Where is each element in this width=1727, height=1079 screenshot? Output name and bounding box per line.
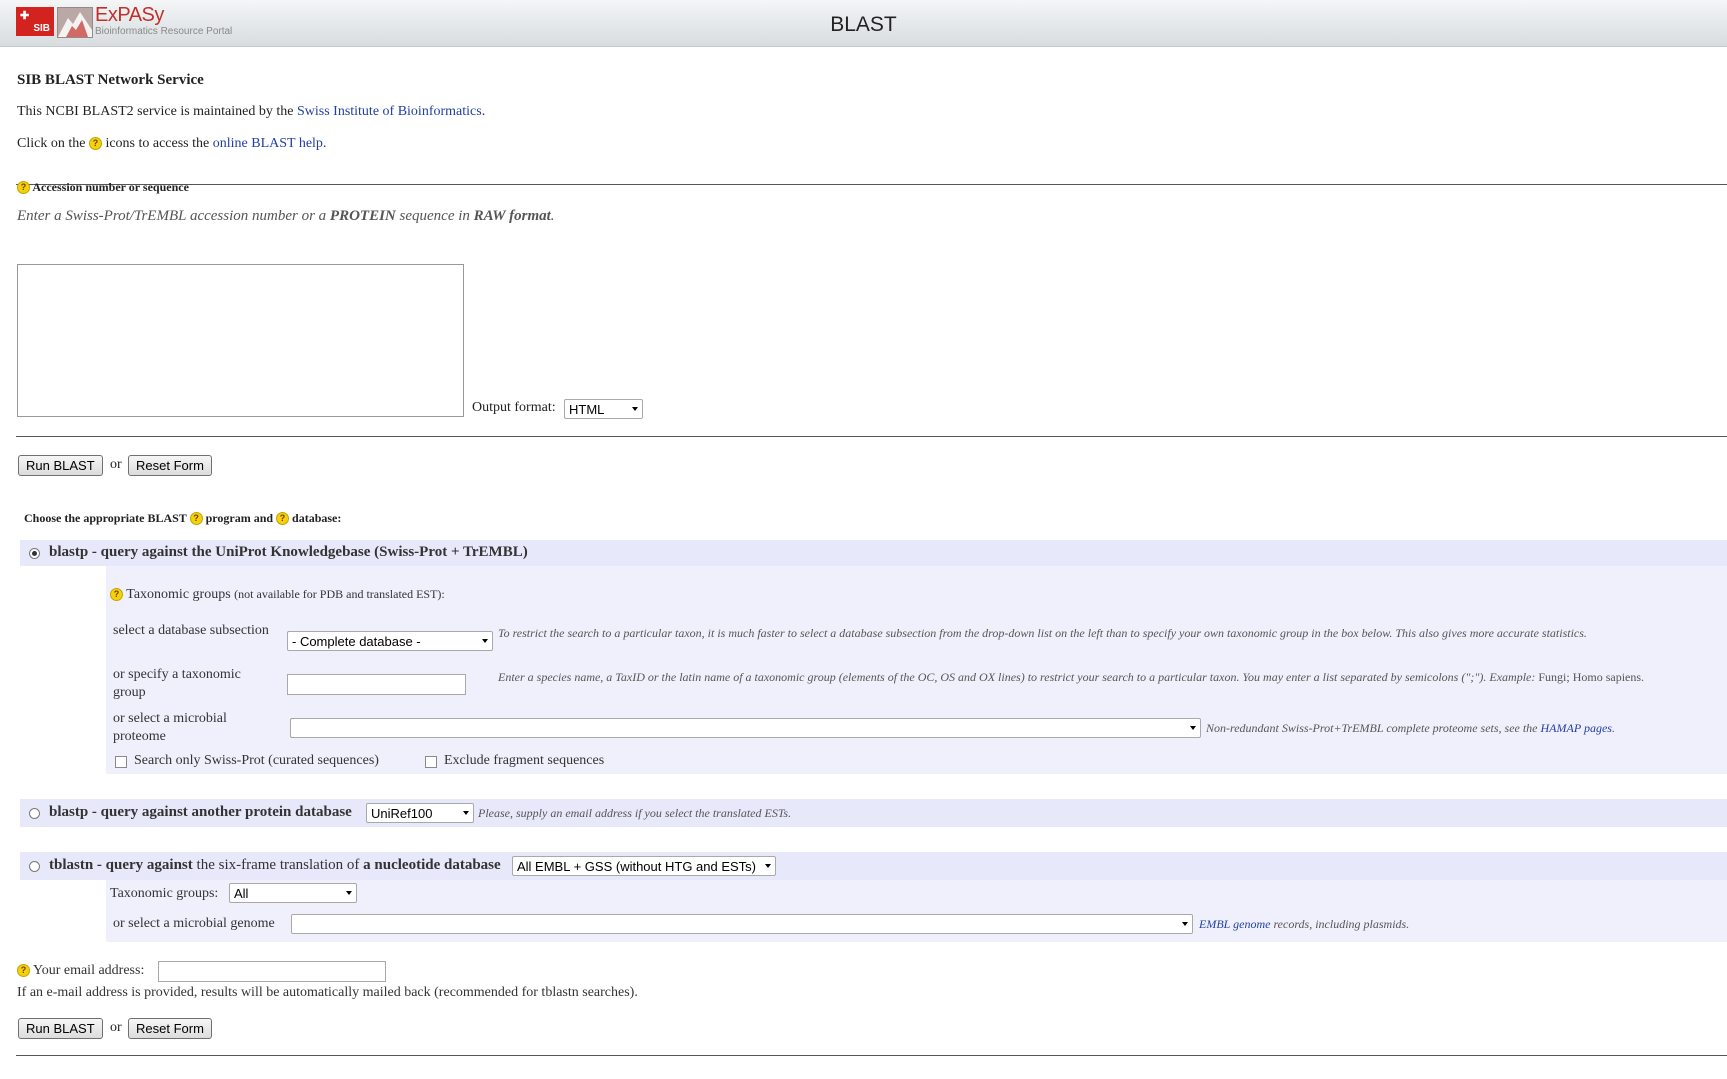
taxonomic-groups-label: ? Taxonomic groups (not available for PD…	[110, 585, 445, 604]
divider	[16, 1055, 1727, 1056]
divider	[16, 184, 1727, 185]
help-icon[interactable]: ?	[17, 181, 30, 194]
subsection-value: - Complete database -	[292, 634, 421, 649]
help-icon: ?	[88, 137, 102, 150]
taxo-label-text: Taxonomic groups	[126, 587, 231, 602]
choose-middle: program and	[202, 511, 277, 525]
page-title: BLAST	[830, 13, 897, 36]
genome-help: EMBL genome records, including plasmids.	[1199, 917, 1409, 932]
accession-hint: Enter a Swiss-Prot/TrEMBL accession numb…	[17, 208, 555, 225]
header-bar: ✚ SIB ExPASy Bioinformatics Resource Por…	[0, 0, 1727, 47]
chevron-down-icon	[1182, 922, 1188, 926]
chevron-down-icon	[346, 891, 352, 895]
tblastn-taxo-label: Taxonomic groups:	[110, 886, 219, 901]
genome-help-text: records, including plasmids.	[1270, 917, 1410, 931]
microbial-proteome-select[interactable]	[290, 718, 1201, 738]
hint-part: Enter a Swiss-Prot/TrEMBL accession numb…	[17, 208, 330, 224]
blastp-other-title: blastp - query against another protein d…	[49, 804, 352, 820]
help-icon[interactable]: ?	[276, 512, 290, 525]
tblastn-title: tblastn - query against the six-frame tr…	[49, 857, 501, 874]
choose-suffix: database:	[289, 511, 342, 525]
taxgroup-example: Fungi; Homo sapiens.	[1538, 670, 1645, 684]
tblastn-title-part: a nucleotide database	[363, 857, 501, 873]
swissprot-only-label[interactable]: Search only Swiss-Prot (curated sequence…	[134, 752, 379, 770]
translated-ests-note: Please, supply an email address if you s…	[478, 806, 792, 820]
maintainer-text: This NCBI BLAST2 service is maintained b…	[17, 104, 485, 120]
help-middle: icons to access the	[101, 136, 213, 151]
tblastn-title-part: the six-frame translation of	[192, 857, 364, 873]
hint-part: .	[550, 208, 555, 224]
or-text: or	[110, 1020, 122, 1035]
taxo-note: (not available for PDB and translated ES…	[234, 587, 445, 601]
output-format-value: HTML	[569, 402, 605, 417]
taxgroup-label: or specify a taxonomic group	[113, 667, 241, 700]
taxgroup-input[interactable]	[287, 674, 466, 695]
tblastn-taxo-value: All	[234, 886, 249, 901]
swissprot-only-checkbox[interactable]	[115, 756, 127, 768]
protein-database-select[interactable]: UniRef100	[366, 803, 474, 823]
tblastn-radio[interactable]	[29, 861, 40, 872]
sequence-input[interactable]	[17, 264, 464, 417]
help-icon[interactable]: ?	[110, 588, 123, 601]
help-suffix: .	[322, 136, 327, 151]
output-format-select[interactable]: HTML	[564, 399, 643, 419]
email-label: ? Your email address:	[17, 962, 144, 980]
hint-raw-format: RAW format	[473, 208, 551, 224]
taxgroup-help-text: Enter a species name, a TaxID or the lat…	[498, 670, 1539, 684]
choose-prefix: Choose the appropriate BLAST	[24, 511, 190, 525]
run-blast-button[interactable]: Run BLAST	[18, 455, 103, 476]
service-title: SIB BLAST Network Service	[17, 72, 204, 88]
chevron-down-icon	[463, 811, 469, 815]
chevron-down-icon	[1190, 726, 1196, 730]
proteome-help-text: Non-redundant Swiss-Prot+TrEMBL complete…	[1206, 721, 1541, 735]
embl-genome-link[interactable]: EMBL genome	[1199, 917, 1270, 931]
tblastn-taxo-select[interactable]: All	[229, 883, 357, 903]
proteome-label: or select a microbial proteome	[113, 711, 227, 744]
blastp-other-radio[interactable]	[29, 808, 40, 819]
microbial-genome-label: or select a microbial genome	[113, 916, 275, 931]
proteome-help-end: .	[1611, 721, 1615, 735]
maintainer-suffix: .	[481, 104, 486, 119]
protein-db-value: UniRef100	[371, 806, 433, 821]
accession-label-text: Accession number or sequence	[32, 180, 189, 194]
sib-link[interactable]: Swiss Institute of Bioinformatics	[297, 104, 482, 119]
help-instructions: Click on the ? icons to access the onlin…	[17, 136, 326, 152]
database-subsection-select[interactable]: - Complete database -	[287, 631, 493, 651]
help-prefix: Click on the	[17, 136, 89, 151]
taxgroup-help: Enter a species name, a TaxID or the lat…	[498, 670, 1708, 685]
blastp-uniprot-title: blastp - query against the UniProt Knowl…	[49, 544, 528, 560]
exclude-fragments-checkbox[interactable]	[425, 756, 437, 768]
chevron-down-icon	[632, 407, 638, 411]
hint-protein: PROTEIN	[329, 208, 396, 224]
help-icon[interactable]: ?	[189, 512, 203, 525]
output-format-label: Output format:	[472, 400, 556, 415]
maintainer-prefix: This NCBI BLAST2 service is maintained b…	[17, 104, 297, 119]
email-input[interactable]	[158, 961, 386, 982]
run-blast-button-bottom[interactable]: Run BLAST	[18, 1018, 103, 1039]
hamap-link[interactable]: HAMAP pages	[1541, 721, 1612, 735]
proteome-help: Non-redundant Swiss-Prot+TrEMBL complete…	[1206, 721, 1615, 736]
microbial-genome-select[interactable]	[291, 914, 1193, 934]
accession-label: ? Accession number or sequence	[17, 180, 189, 195]
subsection-label: select a database subsection	[113, 623, 269, 638]
online-help-link[interactable]: online BLAST help	[213, 136, 323, 151]
divider	[16, 436, 1727, 437]
help-icon[interactable]: ?	[17, 964, 30, 977]
exclude-fragments-label[interactable]: Exclude fragment sequences	[444, 752, 604, 770]
nucleotide-database-select[interactable]: All EMBL + GSS (without HTG and ESTs)	[512, 856, 776, 876]
nucleotide-db-value: All EMBL + GSS (without HTG and ESTs)	[517, 859, 757, 874]
hint-part: sequence in	[395, 208, 474, 224]
chevron-down-icon	[482, 639, 488, 643]
reset-form-button-bottom[interactable]: Reset Form	[128, 1018, 212, 1039]
chevron-down-icon	[765, 864, 771, 868]
subsection-help: To restrict the search to a particular t…	[498, 626, 1587, 640]
choose-program-label: Choose the appropriate BLAST ? program a…	[24, 511, 341, 526]
reset-form-button[interactable]: Reset Form	[128, 455, 212, 476]
tblastn-title-part: tblastn - query against	[49, 857, 193, 873]
email-label-text: Your email address:	[32, 963, 145, 978]
email-note: If an e-mail address is provided, result…	[17, 985, 638, 1000]
or-text: or	[110, 457, 122, 472]
blastp-uniprot-radio[interactable]	[29, 548, 40, 559]
